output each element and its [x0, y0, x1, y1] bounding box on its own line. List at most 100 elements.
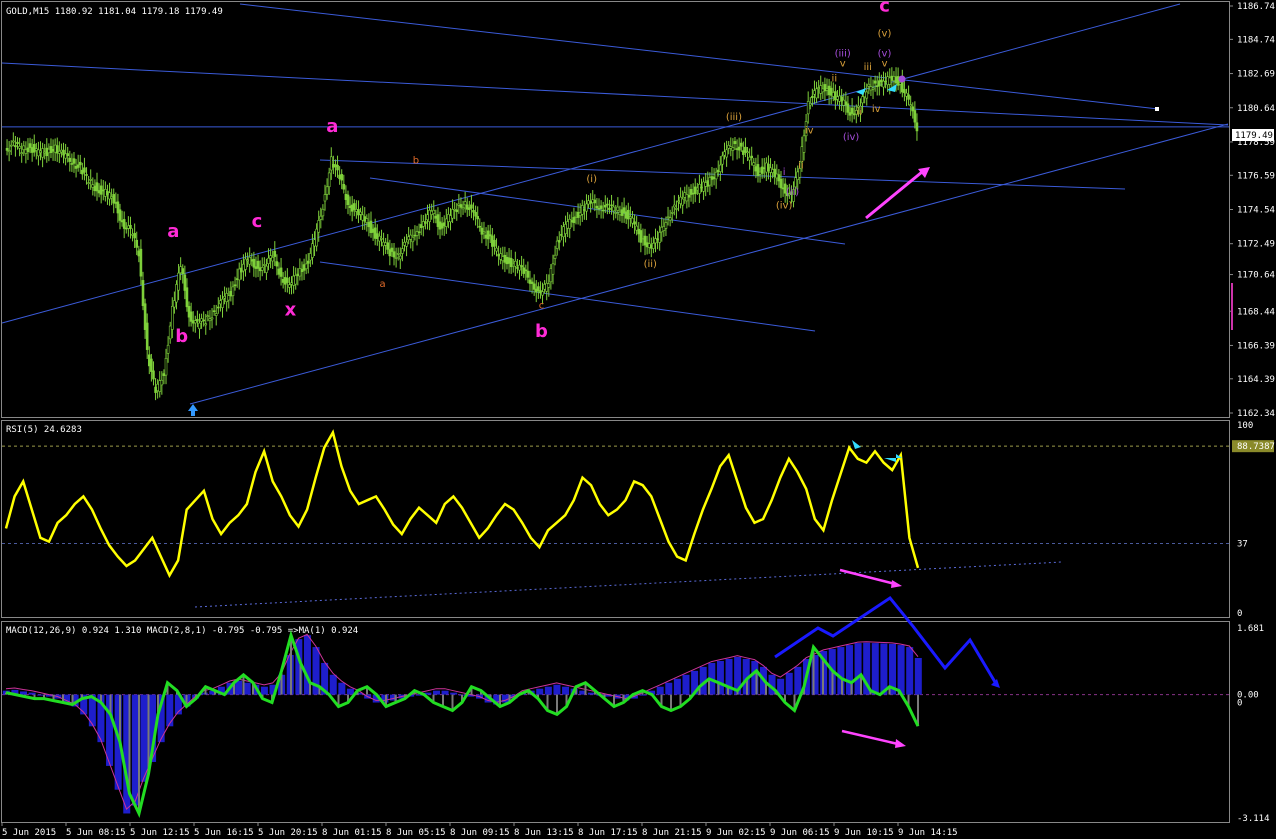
candle-body: [116, 201, 120, 214]
candle-body: [905, 92, 908, 97]
candle-body: [442, 222, 446, 227]
candle-body: [162, 373, 166, 376]
candle-body: [478, 225, 482, 228]
candle-body: [516, 267, 519, 269]
wave-label-minor: c: [539, 301, 545, 312]
peak-dot: [898, 75, 906, 83]
wave-label-major: a: [326, 116, 338, 137]
candle-body: [267, 257, 270, 265]
macd-histogram-bar: [656, 686, 664, 695]
candle-body: [765, 162, 768, 173]
wave-label-major: b: [535, 321, 548, 342]
candle-body: [518, 264, 521, 271]
candle-body: [183, 274, 187, 291]
candle-body: [300, 269, 304, 272]
candle-body: [340, 174, 344, 181]
candle-body: [244, 258, 247, 270]
candle-body: [913, 110, 917, 123]
candle-body: [101, 189, 105, 192]
wave-label-major: c: [252, 211, 263, 232]
candle-body: [821, 88, 825, 93]
wave-label-minor: i: [783, 167, 786, 178]
candle-body: [748, 156, 751, 161]
candle-body: [271, 257, 274, 262]
candle-body: [200, 318, 203, 322]
candle-body: [39, 150, 42, 153]
candle-body: [514, 260, 517, 267]
candle-body: [742, 150, 745, 155]
candle-body: [629, 216, 632, 219]
time-tick-label: 5 Jun 2015: [2, 828, 56, 838]
candle-body: [204, 323, 208, 326]
macd-histogram-bar: [346, 688, 354, 695]
rsi-header: RSI(5) 24.6283: [6, 425, 82, 435]
chart-stage: GOLD,M15 1180.92 1181.04 1179.18 1179.49…: [0, 0, 1276, 839]
candle-body: [650, 244, 653, 249]
candle-body: [396, 253, 400, 255]
candle-body: [522, 267, 526, 274]
candle-body: [539, 290, 542, 294]
candle-body: [219, 300, 222, 305]
candle-body: [474, 211, 477, 217]
candle-body: [30, 147, 34, 153]
candle-body: [752, 162, 756, 166]
candle-body: [614, 212, 618, 214]
candle-body: [645, 242, 649, 248]
candle-body: [880, 79, 883, 83]
macd-histogram-bar: [794, 666, 802, 695]
candle-body: [675, 208, 678, 210]
candle-body: [562, 226, 565, 238]
wave-label-minor: v: [840, 59, 846, 70]
time-tick-label: 8 Jun 13:15: [514, 828, 574, 838]
candle-body: [704, 182, 707, 187]
candle-body: [721, 155, 724, 165]
candle-body: [547, 283, 551, 288]
candle-body: [45, 147, 49, 157]
candle-body: [365, 218, 369, 223]
candle-body: [572, 217, 576, 223]
candle-body: [838, 95, 841, 102]
rsi-tick-label: 0: [1237, 609, 1242, 619]
candle-body: [114, 202, 118, 204]
candle-body: [729, 146, 733, 149]
candle-body: [564, 224, 567, 234]
macd-histogram-bar: [243, 682, 251, 695]
candle-body: [470, 204, 473, 209]
candle-body: [158, 380, 162, 392]
candle-body: [451, 209, 454, 219]
candle-body: [501, 256, 505, 261]
candle-body: [591, 199, 595, 204]
wave-label-minor: v: [882, 59, 888, 70]
candle-body: [670, 212, 674, 214]
candle-body: [156, 383, 159, 391]
candle-body: [708, 177, 712, 186]
candle-body: [229, 291, 233, 297]
wave-label-minor: (i): [586, 174, 597, 185]
candle-body: [867, 83, 871, 87]
candle-body: [359, 211, 362, 215]
candle-body: [578, 212, 582, 216]
macd-histogram-bar: [562, 686, 570, 695]
candle-body: [217, 306, 220, 309]
candle-body: [570, 220, 574, 223]
candle-body: [14, 145, 17, 148]
candle-body: [779, 178, 783, 189]
candle-body: [290, 282, 293, 285]
candle-body: [834, 91, 837, 101]
time-tick-label: 5 Jun 16:15: [194, 828, 254, 838]
candle-body: [76, 164, 80, 168]
candle-body: [355, 209, 358, 212]
candle-body: [189, 311, 193, 322]
candle-body: [252, 258, 256, 268]
candle-body: [154, 386, 157, 393]
candle-body: [551, 263, 555, 275]
rsi-tick-label: 88.7387: [1237, 442, 1275, 452]
candle-body: [202, 319, 205, 322]
candle-body: [819, 85, 823, 94]
candle-body: [505, 256, 509, 265]
candle-body: [254, 266, 258, 269]
candle-body: [22, 145, 26, 150]
candle-body: [371, 228, 375, 233]
candle-body: [5, 147, 9, 151]
candle-body: [87, 182, 90, 184]
